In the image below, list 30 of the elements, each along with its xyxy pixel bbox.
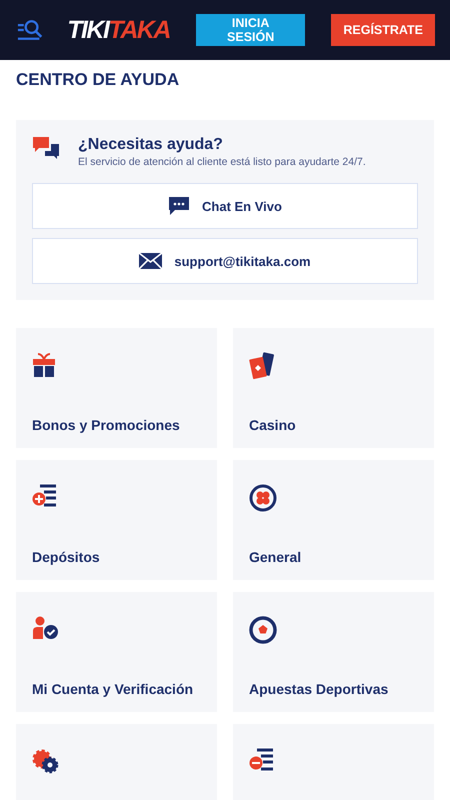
minus-list-icon [249, 748, 275, 772]
category-card[interactable]: Depósitos [16, 460, 217, 580]
help-subtitle: El servicio de atención al cliente está listo para ayudarte 24/7. [78, 156, 366, 168]
category-title: Mi Cuenta y Verificación [32, 681, 194, 697]
soccer-ball-icon [249, 616, 277, 644]
live-chat-button[interactable]: Chat En Vivo [32, 183, 418, 229]
category-card[interactable]: Mi Cuenta y Verificación [16, 592, 217, 712]
chat-icon [168, 196, 190, 216]
plus-list-icon [32, 484, 58, 508]
category-title: Casino [249, 417, 296, 433]
register-button[interactable]: REGÍSTRATE [331, 14, 435, 46]
category-title: Depósitos [32, 549, 100, 565]
help-title: ¿Necesitas ayuda? [78, 136, 224, 154]
clover-icon [249, 484, 277, 512]
envelope-icon [139, 253, 162, 269]
playing-cards-icon [249, 352, 275, 380]
category-title: General [249, 549, 302, 565]
gears-icon [32, 748, 60, 774]
email-button[interactable]: support@tikitaka.com [32, 238, 418, 284]
category-card[interactable]: Apuestas Deportivas [233, 592, 434, 712]
page-title: CENTRO DE AYUDA [16, 70, 180, 91]
logo[interactable]: TIKITAKA [67, 16, 170, 44]
category-title: Bonos y Promociones [32, 417, 180, 433]
chat-bubbles-icon [32, 136, 60, 160]
category-card[interactable]: Bonos y Promociones [16, 328, 217, 448]
category-title: Apuestas Deportivas [249, 681, 388, 697]
category-card[interactable]: General [233, 460, 434, 580]
user-check-icon [32, 616, 60, 640]
gift-icon [32, 352, 56, 378]
category-card[interactable]: Casino [233, 328, 434, 448]
